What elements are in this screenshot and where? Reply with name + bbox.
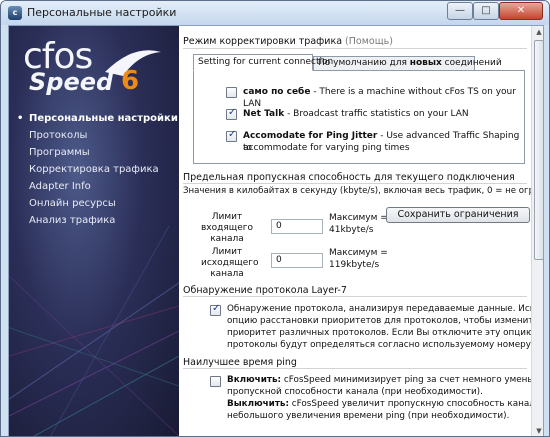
sidebar: cfos Speed 6 • Персональные настройки Про…: [9, 26, 179, 436]
max-value: 41kbyte/s: [329, 225, 374, 235]
option-title: само по себе: [243, 87, 311, 97]
download-limit-label: Лимит исходящего канала: [201, 247, 259, 280]
layer7-description: Обнаружение протокола, анализируя переда…: [227, 303, 531, 351]
divider: [183, 48, 527, 49]
sidebar-item-label: Персональные настройки: [29, 113, 178, 124]
best-ping-heading: Наилучшее время ping: [183, 357, 297, 368]
scroll-down-icon[interactable]: ▼: [533, 425, 543, 436]
settings-window: c Персональные настройки — □ ✕ cfos Spee…: [0, 0, 550, 437]
label-line: Лимит: [211, 247, 243, 257]
off-title: Выключить:: [227, 399, 290, 409]
traffic-mode-heading: Режим корректировки трафика (Помощь): [183, 36, 393, 47]
label-line: канала: [210, 234, 244, 244]
upload-limit-input[interactable]: 0: [271, 219, 323, 234]
label-line: канала: [210, 269, 244, 279]
save-limits-button[interactable]: Сохранить ограничения: [386, 207, 530, 223]
checkmark-icon: ✓: [228, 129, 237, 140]
tab-label-suffix: соединений: [441, 58, 502, 68]
download-max: Максимум = 119kbyte/s: [329, 247, 388, 271]
minimize-button[interactable]: —: [447, 2, 473, 20]
help-link[interactable]: (Помощь): [345, 36, 393, 47]
tab-current-connection[interactable]: Setting for current connection: [193, 54, 333, 71]
sidebar-nav: • Персональные настройки Протоколы Програ…: [9, 110, 179, 229]
best-ping-off-line: Выключить: cFosSpeed увеличит пропускную…: [227, 398, 531, 410]
off-text-line2: небольшого увеличения времени ping (при …: [227, 411, 510, 421]
layer7-checkbox[interactable]: ✓: [210, 303, 221, 316]
tab-panel: само по себе - There is a machine withou…: [193, 70, 525, 164]
layer7-heading: Обнаружение протокола Layer-7: [183, 285, 347, 296]
max-label: Максимум =: [329, 213, 388, 223]
sidebar-item-traffic-analysis[interactable]: Анализ трафика: [9, 212, 179, 229]
net-talk-option-text: Net Talk - Broadcast traffic statistics …: [243, 108, 469, 120]
best-ping-checkbox[interactable]: [210, 376, 221, 387]
bullet-icon: •: [17, 113, 24, 124]
description-line: Обнаружение протокола, анализируя переда…: [227, 304, 531, 314]
on-text: cFosSpeed минимизирует ping за счет немн…: [283, 375, 531, 385]
checkmark-icon: ✓: [212, 303, 221, 314]
traffic-mode-title: Режим корректировки трафика: [183, 36, 343, 47]
bandwidth-note: Значения в килобайтах в секунду (kbyte/s…: [183, 186, 531, 196]
logo-version: 6: [121, 66, 140, 96]
self-checkbox[interactable]: [226, 87, 237, 98]
sidebar-item-protocols[interactable]: Протоколы: [9, 127, 179, 144]
connection-tabs: Setting for current connection По умолча…: [193, 54, 502, 71]
option-title: Net Talk: [243, 109, 285, 119]
divider: [183, 183, 527, 184]
label-line: входящего: [201, 223, 254, 233]
description-line: опцию расстановки приоритетов для проток…: [227, 316, 531, 326]
max-value: 119kbyte/s: [329, 260, 380, 270]
ping-jitter-checkbox[interactable]: ✓: [226, 129, 237, 142]
best-ping-on-line: Включить: cFosSpeed минимизирует ping за…: [227, 374, 531, 386]
tab-default-new-connections[interactable]: По умолчанию для новых соединений: [313, 56, 502, 71]
on-text-line2: пропускной способности канала (при необх…: [227, 387, 483, 397]
sidebar-item-personal-settings[interactable]: • Персональные настройки: [9, 110, 179, 127]
ping-jitter-option-text-line2: accommodate for varying ping times: [243, 143, 410, 153]
logo-word-speed: Speed: [29, 68, 114, 96]
upload-max: Максимум = 41kbyte/s: [329, 212, 388, 236]
off-text: cFosSpeed увеличит пропускную способност…: [291, 399, 531, 409]
scroll-up-icon[interactable]: ▲: [533, 26, 543, 39]
bandwidth-heading: Предельная пропускная способность для те…: [183, 172, 515, 183]
main-panel: Режим корректировки трафика (Помощь) Set…: [179, 26, 531, 436]
title-bar[interactable]: c Персональные настройки — □ ✕: [1, 1, 549, 25]
sidebar-item-online-resources[interactable]: Онлайн ресурсы: [9, 195, 179, 212]
vertical-scrollbar[interactable]: ▲ ▼: [531, 26, 543, 436]
on-title: Включить:: [227, 375, 282, 385]
app-icon: c: [8, 6, 22, 20]
sidebar-item-adapter-info[interactable]: Adapter Info: [9, 178, 179, 195]
option-desc: - Broadcast traffic statistics on your L…: [284, 109, 469, 119]
divider: [183, 296, 527, 297]
self-option-text: само по себе - There is a machine withou…: [243, 86, 524, 110]
sidebar-item-programs[interactable]: Программы: [9, 144, 179, 161]
client-area: cfos Speed 6 • Персональные настройки Про…: [8, 25, 544, 436]
tab-label-bold: новых: [409, 58, 442, 68]
label-line: исходящего: [201, 258, 259, 268]
divider: [183, 368, 527, 369]
scroll-thumb[interactable]: [534, 40, 543, 260]
net-talk-checkbox[interactable]: ✓: [226, 107, 237, 120]
window-title: Персональные настройки: [27, 6, 177, 19]
checkmark-icon: ✓: [228, 107, 237, 118]
option-title: Accomodate for Ping Jitter: [243, 131, 378, 141]
description-line: приоритет различных протоколов. Если Вы …: [227, 328, 531, 338]
upload-limit-label: Лимит входящего канала: [201, 212, 253, 245]
sidebar-item-traffic-shaping[interactable]: Корректировка трафика: [9, 161, 179, 178]
best-ping-description: Включить: cFosSpeed минимизирует ping за…: [227, 374, 531, 422]
download-limit-input[interactable]: 0: [271, 253, 323, 268]
label-line: Лимит: [211, 212, 243, 222]
description-line: протоколы будут определяться согласно ис…: [227, 340, 531, 350]
max-label: Максимум =: [329, 248, 388, 258]
maximize-button[interactable]: □: [473, 2, 499, 20]
close-button[interactable]: ✕: [499, 2, 543, 20]
cfos-speed-logo: cfos Speed 6: [23, 36, 173, 100]
